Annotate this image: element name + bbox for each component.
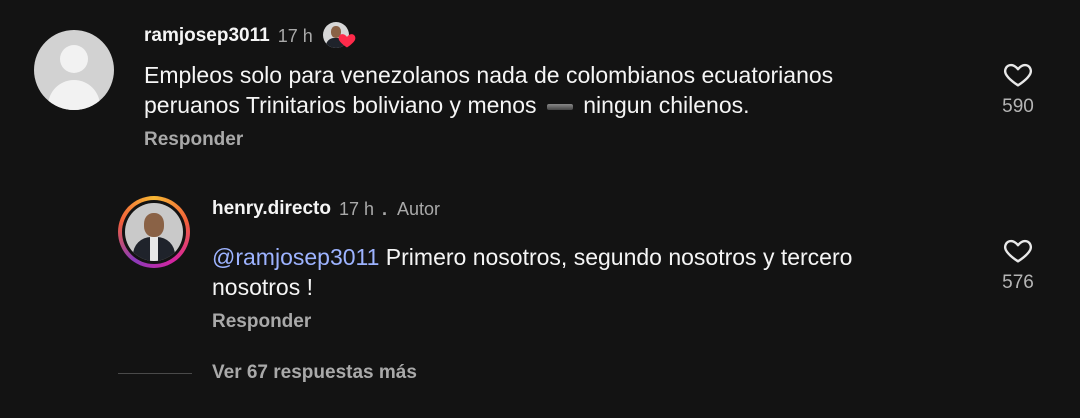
heart-outline-icon[interactable]: [1001, 234, 1035, 266]
heart-outline-icon[interactable]: [1001, 58, 1035, 90]
like-count: 576: [1002, 272, 1034, 293]
story-ring-avatar[interactable]: [118, 196, 190, 268]
like-control: 590: [988, 58, 1048, 118]
divider-line: [118, 372, 192, 374]
avatar-head-shape: [60, 45, 88, 73]
comment-text-line1: Empleos solo para venezolanos nada de co…: [144, 62, 834, 88]
comment-text: Empleos solo para venezolanos nada de co…: [144, 60, 964, 120]
comment-meta: henry.directo 17 h . Autor: [212, 198, 440, 220]
comment-text-line1: Primero nosotros, segundo nosotros y ter…: [379, 244, 853, 270]
view-more-replies[interactable]: Ver 67 respuestas más: [118, 362, 417, 384]
reply-button[interactable]: Responder: [212, 311, 311, 333]
avatar-body-shape: [48, 80, 100, 110]
like-count: 590: [1002, 96, 1034, 117]
heart-icon: [338, 34, 356, 48]
view-more-replies-label[interactable]: Ver 67 respuestas más: [212, 362, 417, 384]
author-liked-indicator: [322, 22, 356, 50]
comment-username[interactable]: henry.directo: [212, 198, 331, 220]
comment-text: @ramjosep3011 Primero nosotros, segundo …: [212, 242, 972, 302]
mention-link[interactable]: @ramjosep3011: [212, 244, 379, 270]
user-avatar[interactable]: [34, 30, 114, 110]
comment-username[interactable]: ramjosep3011: [144, 25, 270, 47]
comment-text-line2: nosotros !: [212, 274, 313, 300]
reply-button[interactable]: Responder: [144, 129, 243, 151]
comment-time: 17 h: [277, 25, 313, 46]
author-avatar-photo: [125, 203, 183, 261]
avatar-ring-gap: [122, 200, 186, 264]
comment-text-line2: peruanos Trinitarios boliviano y menos: [144, 92, 537, 118]
dash-emoji-icon: [546, 103, 573, 110]
like-control: 576: [988, 234, 1048, 294]
comment-text-line2-end: ningun chilenos.: [583, 92, 750, 118]
comment-time: 17 h: [338, 198, 375, 219]
comment-meta: ramjosep3011 17 h: [144, 22, 356, 50]
meta-separator: .: [382, 198, 388, 219]
author-badge: Autor: [397, 198, 441, 219]
